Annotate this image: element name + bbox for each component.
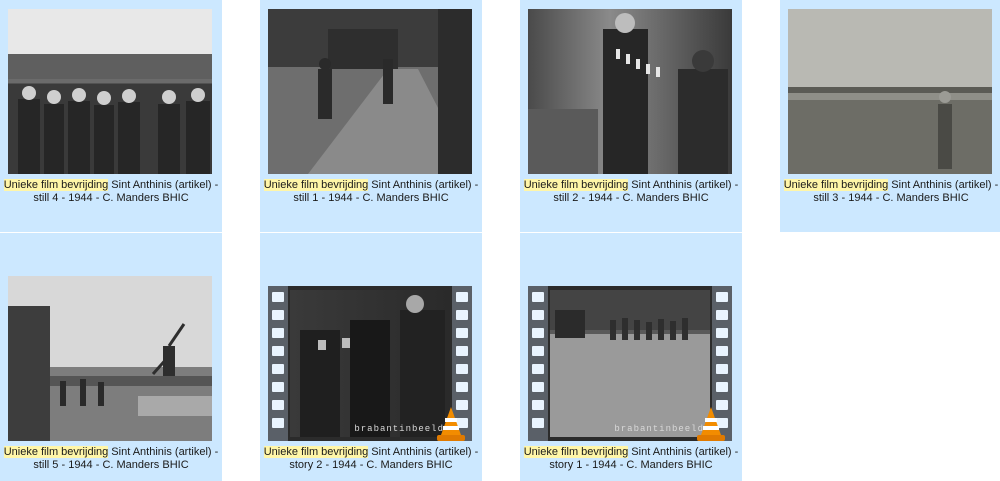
file-tile[interactable]: Unieke film bevrijding Sint Anthinis (ar… — [0, 233, 222, 481]
file-name: Unieke film bevrijding Sint Anthinis (ar… — [523, 179, 739, 204]
field-photo-icon — [788, 87, 992, 169]
video-thumbnail: brabantinbeeld — [268, 286, 472, 441]
watermark: brabantinbeeld — [354, 424, 444, 434]
vlc-cone-icon — [697, 407, 725, 441]
photo-thumbnail — [8, 9, 212, 174]
soldiers-photo-icon — [528, 13, 728, 174]
crowd-photo-icon — [8, 54, 212, 174]
file-tile[interactable]: brabantinbeeld Unieke film bevrijding Si… — [520, 233, 742, 481]
search-highlight: Unieke film bevrijding — [263, 446, 369, 458]
file-tile[interactable]: Unieke film bevrijding Sint Anthinis (ar… — [780, 0, 1000, 232]
search-highlight: Unieke film bevrijding — [3, 179, 109, 191]
file-name: Unieke film bevrijding Sint Anthinis (ar… — [523, 446, 739, 471]
file-tile[interactable]: brabantinbeeld Unieke film bevrijding Si… — [260, 233, 482, 481]
file-name: Unieke film bevrijding Sint Anthinis (ar… — [3, 446, 219, 471]
file-name: Unieke film bevrijding Sint Anthinis (ar… — [263, 179, 479, 204]
search-highlight: Unieke film bevrijding — [523, 179, 629, 191]
search-highlight: Unieke film bevrijding — [523, 446, 629, 458]
video-frame: brabantinbeeld — [550, 290, 710, 437]
search-highlight: Unieke film bevrijding — [3, 446, 109, 458]
photo-thumbnail — [8, 276, 212, 441]
film-perforation — [268, 286, 288, 441]
street-photo-icon — [308, 9, 472, 174]
search-highlight: Unieke film bevrijding — [263, 179, 369, 191]
photo-thumbnail — [528, 9, 732, 174]
file-tile[interactable]: Unieke film bevrijding Sint Anthinis (ar… — [0, 0, 222, 232]
vlc-cone-icon — [437, 407, 465, 441]
file-name: Unieke film bevrijding Sint Anthinis (ar… — [783, 179, 999, 204]
watermark: brabantinbeeld — [614, 424, 704, 434]
search-highlight: Unieke film bevrijding — [783, 179, 889, 191]
people-frame-icon — [300, 295, 445, 437]
file-name: Unieke film bevrijding Sint Anthinis (ar… — [3, 179, 219, 204]
file-tile[interactable]: Unieke film bevrijding Sint Anthinis (ar… — [520, 0, 742, 232]
film-perforation — [528, 286, 548, 441]
photo-thumbnail — [788, 9, 992, 174]
file-tile[interactable]: Unieke film bevrijding Sint Anthinis (ar… — [260, 0, 482, 232]
video-frame: brabantinbeeld — [290, 290, 450, 437]
video-thumbnail: brabantinbeeld — [528, 286, 732, 441]
photo-thumbnail — [268, 9, 472, 174]
file-name: Unieke film bevrijding Sint Anthinis (ar… — [263, 446, 479, 471]
windmill-photo-icon — [8, 306, 212, 441]
street-frame-icon — [550, 290, 710, 340]
